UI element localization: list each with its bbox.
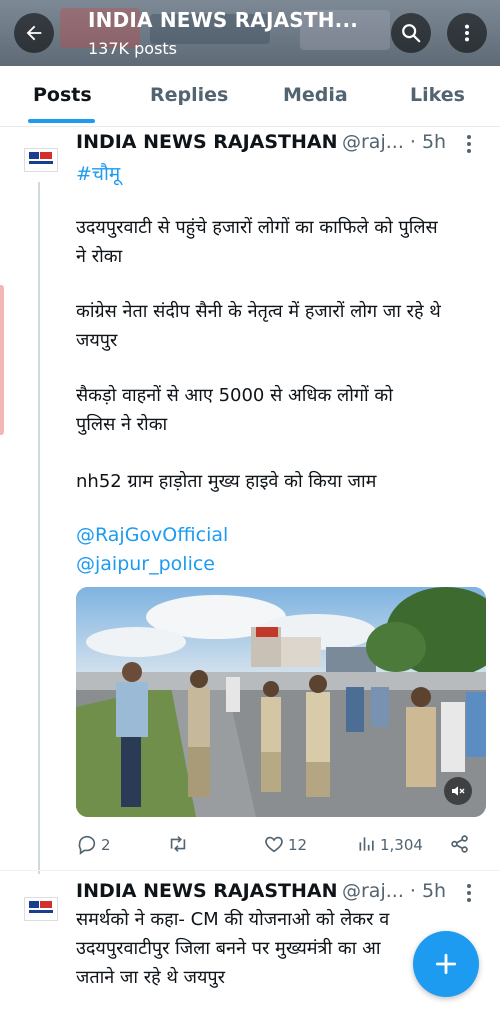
tab-posts[interactable]: Posts (33, 84, 92, 106)
reply-count: 2 (101, 836, 111, 854)
repost-button[interactable] (166, 833, 190, 859)
back-arrow-icon (26, 25, 42, 41)
edge-handle (0, 285, 4, 435)
author-name[interactable]: INDIA NEWS RAJASTHAN (76, 131, 338, 153)
divider (0, 870, 500, 871)
page-title: INDIA NEWS RAJASTH... (88, 8, 359, 32)
repost-icon (170, 836, 186, 852)
views-button[interactable] (357, 833, 377, 859)
post-text-line: कांग्रेस नेता संदीप सैनी के नेतृत्व में … (76, 301, 441, 322)
views-icon (359, 837, 374, 851)
plus-icon (435, 953, 457, 975)
post-text-line: समर्थको ने कहा- CM की योजनाओ को लेकर व (76, 909, 390, 930)
post-count: 137K posts (88, 39, 178, 58)
mention-link[interactable]: @RajGovOfficial (76, 524, 228, 546)
mention-link[interactable]: @jaipur_police (76, 553, 215, 575)
post-text-line: पुलिस ने रोका (76, 414, 168, 435)
avatar[interactable] (24, 148, 58, 172)
more-vertical-icon (464, 24, 470, 42)
post-text-line: सैकड़ो वाहनों से आए 5000 से अधिक लोगों क… (76, 385, 393, 406)
like-count: 12 (288, 836, 308, 854)
reply-button[interactable] (76, 833, 98, 859)
search-icon (402, 24, 421, 43)
active-tab-indicator (28, 119, 95, 123)
compose-button[interactable] (413, 931, 479, 997)
tab-replies[interactable]: Replies (150, 84, 228, 106)
post-text-line: nh52 ग्राम हाड़ोता मुख्य हाइवे को किया ज… (76, 471, 377, 492)
author-handle-time: @raj... · 5h (342, 131, 447, 153)
tab-media[interactable]: Media (283, 84, 348, 106)
post-text-line: उदयपुरवाटी से पहुंचे हजारों लोगों का काफ… (76, 217, 438, 238)
reply-icon (78, 835, 96, 855)
search-button[interactable] (391, 13, 431, 53)
profile-tabs: Posts Replies Media Likes (0, 66, 500, 127)
post-text-line: जयपुर (76, 330, 118, 351)
hashtag-link[interactable]: #चौमू (76, 160, 120, 186)
video-frame (76, 587, 486, 817)
back-button[interactable] (14, 13, 54, 53)
mute-icon (452, 786, 465, 796)
more-options-button[interactable] (447, 13, 487, 53)
share-button[interactable] (449, 833, 471, 859)
thread-line (38, 182, 40, 874)
author-handle-time: @raj... · 5h (342, 880, 447, 902)
heart-icon (265, 836, 283, 853)
share-icon (451, 835, 468, 853)
tab-likes[interactable]: Likes (410, 84, 465, 106)
post-text-line: ने रोका (76, 246, 123, 267)
avatar[interactable] (24, 897, 58, 921)
mute-button[interactable] (444, 777, 472, 805)
like-button[interactable] (263, 833, 285, 859)
post-video[interactable] (76, 587, 486, 817)
author-name[interactable]: INDIA NEWS RAJASTHAN (76, 880, 338, 902)
post-more-icon[interactable] (467, 135, 473, 153)
view-count: 1,304 (380, 836, 423, 854)
post-more-icon[interactable] (467, 884, 473, 902)
profile-header: INDIA NEWS RAJASTH... 137K posts (0, 0, 500, 66)
